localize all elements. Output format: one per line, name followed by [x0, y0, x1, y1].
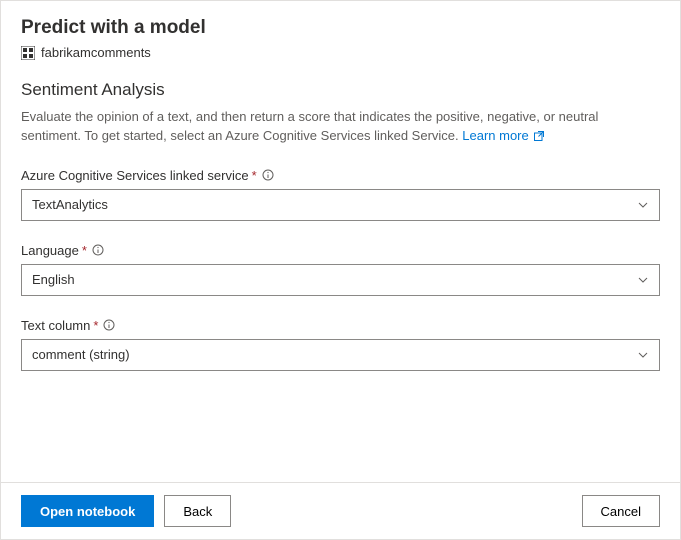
required-asterisk: *: [93, 318, 98, 333]
text-column-value: comment (string): [32, 347, 130, 362]
linked-service-value: TextAnalytics: [32, 197, 108, 212]
language-field: Language * English: [21, 243, 660, 296]
cancel-button[interactable]: Cancel: [582, 495, 660, 527]
chevron-down-icon: [637, 349, 649, 361]
linked-service-label: Azure Cognitive Services linked service …: [21, 168, 660, 183]
section-description: Evaluate the opinion of a text, and then…: [21, 108, 660, 146]
page-title: Predict with a model: [21, 17, 660, 39]
linked-service-select[interactable]: TextAnalytics: [21, 189, 660, 221]
info-icon[interactable]: [103, 319, 115, 331]
info-icon[interactable]: [92, 244, 104, 256]
section-title: Sentiment Analysis: [21, 80, 660, 100]
external-link-icon: [533, 130, 545, 142]
text-column-label: Text column *: [21, 318, 660, 333]
predict-model-panel: Predict with a model fabrikamcomments Se…: [0, 0, 681, 540]
resource-row: fabrikamcomments: [21, 45, 660, 60]
language-label-text: Language: [21, 243, 79, 258]
text-column-label-text: Text column: [21, 318, 90, 333]
dataset-icon: [21, 46, 35, 60]
language-value: English: [32, 272, 75, 287]
text-column-field: Text column * comment (string): [21, 318, 660, 371]
linked-service-field: Azure Cognitive Services linked service …: [21, 168, 660, 221]
chevron-down-icon: [637, 274, 649, 286]
required-asterisk: *: [252, 168, 257, 183]
text-column-select[interactable]: comment (string): [21, 339, 660, 371]
info-icon[interactable]: [262, 169, 274, 181]
language-label: Language *: [21, 243, 660, 258]
chevron-down-icon: [637, 199, 649, 211]
open-notebook-button[interactable]: Open notebook: [21, 495, 154, 527]
linked-service-label-text: Azure Cognitive Services linked service: [21, 168, 249, 183]
language-select[interactable]: English: [21, 264, 660, 296]
panel-content: Predict with a model fabrikamcomments Se…: [1, 1, 680, 482]
resource-name: fabrikamcomments: [41, 45, 151, 60]
back-button[interactable]: Back: [164, 495, 231, 527]
learn-more-label: Learn more: [462, 127, 528, 146]
required-asterisk: *: [82, 243, 87, 258]
footer: Open notebook Back Cancel: [1, 482, 680, 539]
learn-more-link[interactable]: Learn more: [462, 127, 544, 146]
